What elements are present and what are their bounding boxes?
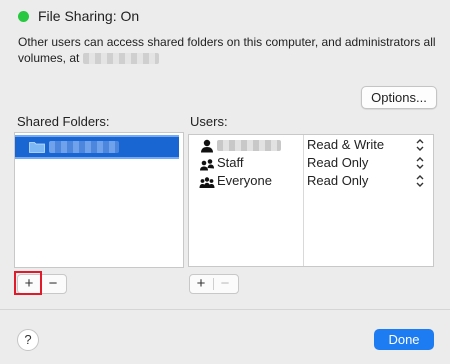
done-button[interactable]: Done bbox=[374, 329, 434, 350]
users-controls: + − bbox=[189, 274, 239, 294]
shared-folder-row[interactable] bbox=[15, 135, 179, 159]
everyone-icon bbox=[199, 177, 215, 188]
users-label: Users: bbox=[190, 114, 228, 129]
options-button[interactable]: Options... bbox=[361, 86, 437, 109]
add-button-highlight bbox=[14, 271, 42, 295]
user-name: Everyone bbox=[217, 173, 272, 188]
redacted-folder-name bbox=[49, 141, 119, 153]
chevron-updown-icon[interactable] bbox=[415, 174, 425, 188]
permission-label[interactable]: Read Only bbox=[307, 155, 368, 170]
users-table[interactable]: Read & Write Staff Read Only Everyone Re… bbox=[188, 134, 434, 267]
help-button[interactable]: ? bbox=[17, 329, 39, 351]
redacted-user-name bbox=[217, 140, 281, 151]
redacted-address bbox=[82, 53, 159, 65]
permission-label[interactable]: Read Only bbox=[307, 173, 368, 188]
permission-label[interactable]: Read & Write bbox=[307, 137, 384, 152]
status-title: File Sharing: On bbox=[38, 8, 140, 24]
user-name: Staff bbox=[217, 155, 244, 170]
user-row[interactable]: Everyone Read Only bbox=[189, 172, 433, 190]
user-icon bbox=[201, 139, 213, 153]
remove-folder-button[interactable]: − bbox=[42, 275, 64, 293]
description-text: Other users can access shared folders on… bbox=[18, 35, 436, 65]
shared-folders-label: Shared Folders: bbox=[17, 114, 110, 129]
folder-icon bbox=[29, 142, 45, 153]
user-row[interactable]: Staff Read Only bbox=[189, 154, 433, 172]
chevron-updown-icon[interactable] bbox=[415, 156, 425, 170]
group-icon bbox=[200, 159, 214, 171]
add-user-button[interactable]: + bbox=[190, 275, 212, 293]
shared-folders-list[interactable] bbox=[14, 132, 184, 268]
remove-user-button[interactable]: − bbox=[214, 275, 236, 293]
chevron-updown-icon[interactable] bbox=[415, 138, 425, 152]
status-indicator bbox=[18, 11, 29, 22]
footer-separator bbox=[0, 309, 450, 310]
sharing-description: Other users can access shared folders on… bbox=[18, 34, 438, 66]
user-row[interactable]: Read & Write bbox=[189, 136, 433, 154]
